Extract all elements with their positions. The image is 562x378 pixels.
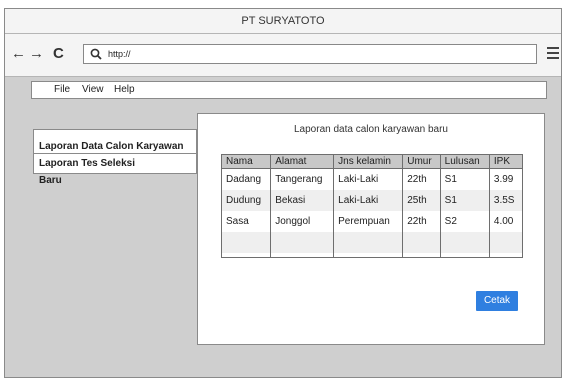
table-cell: [333, 253, 404, 258]
table-cell: [402, 253, 441, 258]
column-header: Alamat: [270, 154, 335, 169]
table-cell: 4.00: [488, 211, 524, 232]
table-cell: [333, 232, 404, 253]
browser-navbar: ← → C http://: [5, 34, 561, 77]
table-cell: [488, 232, 524, 253]
menu-view[interactable]: View: [82, 82, 104, 98]
sidebar-item-laporan-calon-karyawan[interactable]: Laporan Data Calon Karyawan Baru: [34, 130, 196, 186]
menu-bar: File View Help: [31, 81, 547, 99]
back-arrow-icon[interactable]: ←: [11, 46, 26, 62]
table-cell: Tangerang: [270, 168, 335, 190]
table-cell: S1: [439, 168, 490, 190]
table-cell: Laki-Laki: [333, 190, 404, 211]
report-table: Nama Alamat Jns kelamin Umur Lulusan IPK…: [220, 154, 524, 258]
table-row: [220, 253, 524, 258]
menu-file[interactable]: File: [54, 82, 70, 98]
menu-help[interactable]: Help: [114, 82, 135, 98]
table-cell: S1: [439, 190, 490, 211]
column-header: Nama: [220, 154, 272, 169]
column-header: Lulusan: [439, 154, 490, 169]
sidebar: Laporan Data Calon Karyawan Baru Laporan…: [33, 129, 197, 186]
table-header-row: Nama Alamat Jns kelamin Umur Lulusan IPK: [220, 154, 524, 169]
table-cell: [402, 232, 441, 253]
sidebar-item-laporan-tes-seleksi[interactable]: Laporan Tes Seleksi: [34, 154, 196, 173]
table-cell: [488, 253, 524, 258]
print-button[interactable]: Cetak: [476, 291, 518, 311]
hamburger-menu-icon[interactable]: [547, 47, 559, 59]
column-header: Umur: [402, 154, 441, 169]
dialog-title: Laporan data calon karyawan baru: [294, 124, 448, 135]
column-header: IPK: [488, 154, 524, 169]
forward-arrow-icon[interactable]: →: [29, 46, 44, 62]
table-row: [220, 232, 524, 253]
app-window: PT SURYATOTO ← → C http:// File View Hel…: [4, 8, 562, 378]
table-cell: [439, 232, 490, 253]
table-cell: [270, 232, 335, 253]
table-cell: S2: [439, 211, 490, 232]
column-header: Jns kelamin: [333, 154, 404, 169]
table-cell: 3.99: [488, 168, 524, 190]
url-bar[interactable]: http://: [83, 44, 537, 64]
table-row: Sasa Jonggol Perempuan 22th S2 4.00: [220, 211, 524, 232]
table-cell: [220, 253, 272, 258]
table-cell: [270, 253, 335, 258]
report-dialog: Laporan data calon karyawan baru Nama Al…: [197, 113, 545, 345]
table-cell: Sasa: [220, 211, 272, 232]
table-cell: 3.5S: [488, 190, 524, 211]
table-cell: Jonggol: [270, 211, 335, 232]
table-cell: [220, 232, 272, 253]
window-title: PT SURYATOTO: [5, 9, 561, 34]
url-text: http://: [108, 49, 131, 59]
table-cell: [439, 253, 490, 258]
search-icon: [90, 48, 102, 60]
reload-icon[interactable]: C: [53, 46, 64, 62]
table-cell: Dudung: [220, 190, 272, 211]
table-cell: Bekasi: [270, 190, 335, 211]
table-cell: 22th: [402, 168, 441, 190]
table-cell: 25th: [402, 190, 441, 211]
table-row: Dudung Bekasi Laki-Laki 25th S1 3.5S: [220, 190, 524, 211]
table-row: Dadang Tangerang Laki-Laki 22th S1 3.99: [220, 168, 524, 190]
table-cell: 22th: [402, 211, 441, 232]
table-cell: Dadang: [220, 168, 272, 190]
table-cell: Perempuan: [333, 211, 404, 232]
table-cell: Laki-Laki: [333, 168, 404, 190]
